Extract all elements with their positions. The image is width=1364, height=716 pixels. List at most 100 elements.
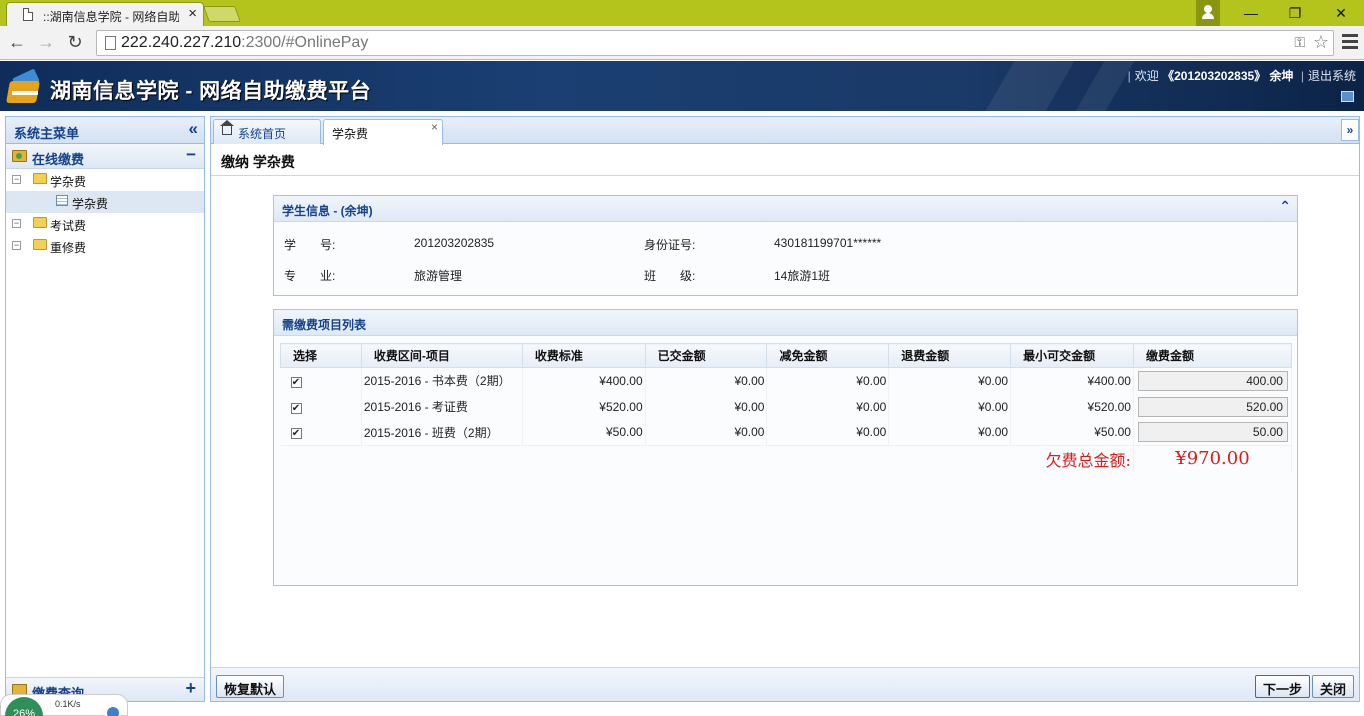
tree-collapse-icon[interactable]: − — [12, 219, 21, 228]
table-icon — [56, 195, 68, 206]
user-id: 《201203202835》 余坤 — [1162, 69, 1294, 83]
amount-input[interactable]: 520.00 — [1137, 396, 1288, 417]
item-cell: 2015-2016 - 书本费（2期） — [361, 367, 523, 394]
accordion-online-pay[interactable]: 在线缴费 − — [6, 144, 204, 169]
new-tab-button[interactable] — [203, 6, 241, 22]
app-title: 湖南信息学院 - 网络自助缴费平台 — [50, 80, 372, 103]
accelerate-icon[interactable] — [105, 705, 121, 716]
min-cell: ¥520.00 — [1010, 393, 1134, 420]
tree-collapse-icon[interactable]: − — [12, 175, 21, 184]
table-row: ✔ 2015-2016 - 书本费（2期） ¥400.00 ¥0.00 ¥0.0… — [280, 367, 1293, 394]
amount-input[interactable]: 400.00 — [1137, 370, 1288, 391]
collapse-panel-icon[interactable]: ⌃ — [1279, 198, 1291, 215]
standard-cell: ¥400.00 — [522, 367, 646, 394]
col-paid: 已交金额 — [644, 343, 768, 368]
collapse-sidebar-icon[interactable]: « — [189, 119, 198, 139]
tree-leaf-tuition[interactable]: 学杂费 — [6, 191, 204, 213]
close-tab-icon[interactable]: × — [188, 5, 197, 22]
profile-icon[interactable] — [1196, 0, 1220, 26]
tab-home[interactable]: 系统首页 — [213, 119, 321, 144]
table-header-row: 选择 收费区间-项目 收费标准 已交金额 减免金额 退费金额 最小可交金额 缴费… — [280, 343, 1293, 368]
min-cell: ¥50.00 — [1010, 419, 1134, 446]
browser-menu-icon[interactable] — [1342, 34, 1358, 50]
collapse-section-icon[interactable]: − — [186, 145, 196, 165]
id-number-value: 430181199701****** — [774, 236, 882, 250]
tree-node-retake-fee[interactable]: − 重修费 — [6, 235, 204, 257]
total-row: 欠费总金额: ¥970.00 — [280, 445, 1293, 472]
student-no-value: 201203202835 — [414, 236, 495, 250]
expand-section-icon[interactable]: + — [185, 678, 196, 699]
standard-cell: ¥50.00 — [522, 419, 646, 446]
sidebar: 系统主菜单 « 在线缴费 − − 学杂费 学杂费 − 考试费 − 重修费 缴费查… — [5, 116, 205, 702]
col-waived: 减免金额 — [766, 343, 890, 368]
fee-list-panel: 需缴费项目列表 选择 收费区间-项目 收费标准 已交金额 减免金额 退费金额 最… — [273, 309, 1298, 586]
close-button[interactable]: 关闭 — [1312, 675, 1355, 698]
refund-cell: ¥0.00 — [888, 419, 1012, 446]
col-amount: 缴费金额 — [1132, 343, 1293, 368]
address-bar[interactable]: 222.240.227.210:2300/#OnlinePay ⚿ ☆ — [96, 30, 1334, 56]
row-checkbox[interactable]: ✔ — [290, 402, 302, 414]
id-number-label: 身份证号: — [644, 238, 696, 252]
tree-node-label: 学杂费 — [72, 197, 109, 211]
folder-icon — [33, 239, 47, 250]
col-min: 最小可交金额 — [1010, 343, 1134, 368]
tab-label: 学杂费 — [332, 127, 369, 141]
col-refund: 退费金额 — [888, 343, 1012, 368]
action-bar: 恢复默认 下一步 关闭 — [211, 667, 1359, 701]
reload-icon[interactable]: ↻ — [64, 31, 86, 53]
amount-input[interactable]: 50.00 — [1137, 422, 1288, 443]
sidebar-title: 系统主菜单 — [14, 126, 80, 141]
home-icon — [220, 120, 234, 135]
tab-list-chevron-icon[interactable]: » — [1341, 119, 1359, 141]
sidebar-header: 系统主菜单 « — [6, 117, 204, 144]
folder-icon — [33, 217, 47, 228]
table-row: ✔ 2015-2016 - 考证费 ¥520.00 ¥0.00 ¥0.00 ¥0… — [280, 393, 1293, 420]
tree-node-tuition[interactable]: − 学杂费 — [6, 169, 204, 191]
tree-node-label: 重修费 — [50, 241, 87, 255]
window-close-button[interactable]: ✕ — [1318, 0, 1364, 26]
app-header: 湖南信息学院 - 网络自助缴费平台 | 欢迎 《201203202835》 余坤 … — [0, 61, 1364, 111]
folder-icon — [33, 173, 47, 184]
paid-cell: ¥0.00 — [645, 419, 768, 446]
next-step-button[interactable]: 下一步 — [1255, 675, 1311, 698]
page-icon — [105, 36, 116, 50]
row-checkbox[interactable]: ✔ — [290, 428, 302, 440]
page-title: 缴纳 学杂费 — [221, 154, 295, 170]
forward-arrow-icon[interactable]: → — [35, 31, 57, 53]
item-cell: 2015-2016 - 班费（2期） — [361, 419, 523, 446]
folder-pay-icon — [12, 150, 27, 162]
key-icon[interactable]: ⚿ — [1294, 34, 1305, 51]
network-speed-widget[interactable]: 26% 0.1K/s — [0, 694, 128, 716]
row-checkbox[interactable]: ✔ — [290, 376, 302, 388]
fee-list-title: 需缴费项目列表 — [282, 318, 367, 332]
reset-default-button[interactable]: 恢复默认 — [216, 675, 285, 698]
table-row: ✔ 2015-2016 - 班费（2期） ¥50.00 ¥0.00 ¥0.00 … — [280, 419, 1293, 446]
page-icon — [23, 8, 33, 21]
min-cell: ¥400.00 — [1010, 367, 1134, 394]
tree-node-label: 学杂费 — [50, 175, 87, 189]
tab-tuition[interactable]: 学杂费 × — [323, 119, 443, 145]
welcome-text: 欢迎 — [1134, 69, 1159, 83]
student-info-header: 学生信息 - (余坤) ⌃ — [274, 196, 1297, 222]
major-label: 专 业: — [284, 269, 336, 283]
close-tab-icon[interactable]: × — [431, 120, 438, 134]
standard-cell: ¥520.00 — [522, 393, 646, 420]
tree-node-label: 考试费 — [50, 219, 87, 233]
restore-button[interactable]: ❐ — [1272, 0, 1318, 26]
paid-cell: ¥0.00 — [645, 393, 768, 420]
student-info-title: 学生信息 - (余坤) — [282, 204, 373, 218]
waived-cell: ¥0.00 — [766, 419, 890, 446]
browser-tabstrip: ::湖南信息学院 - 网络自助缴费平台 × — ❐ ✕ — [0, 0, 1364, 26]
bookmark-star-icon[interactable]: ☆ — [1313, 32, 1329, 53]
screen-icon[interactable] — [1341, 91, 1354, 102]
logout-link[interactable]: 退出系统 — [1308, 69, 1356, 83]
back-arrow-icon[interactable]: ← — [6, 31, 28, 53]
waived-cell: ¥0.00 — [766, 393, 890, 420]
page-tabbar: 系统首页 学杂费 × » — [211, 117, 1359, 145]
refund-cell: ¥0.00 — [888, 393, 1012, 420]
memory-percent: 26% — [5, 697, 43, 716]
tree-node-exam-fee[interactable]: − 考试费 — [6, 213, 204, 235]
minimize-button[interactable]: — — [1228, 0, 1274, 26]
tree-collapse-icon[interactable]: − — [12, 241, 21, 250]
browser-tab[interactable]: ::湖南信息学院 - 网络自助缴费平台 × — [6, 2, 204, 26]
